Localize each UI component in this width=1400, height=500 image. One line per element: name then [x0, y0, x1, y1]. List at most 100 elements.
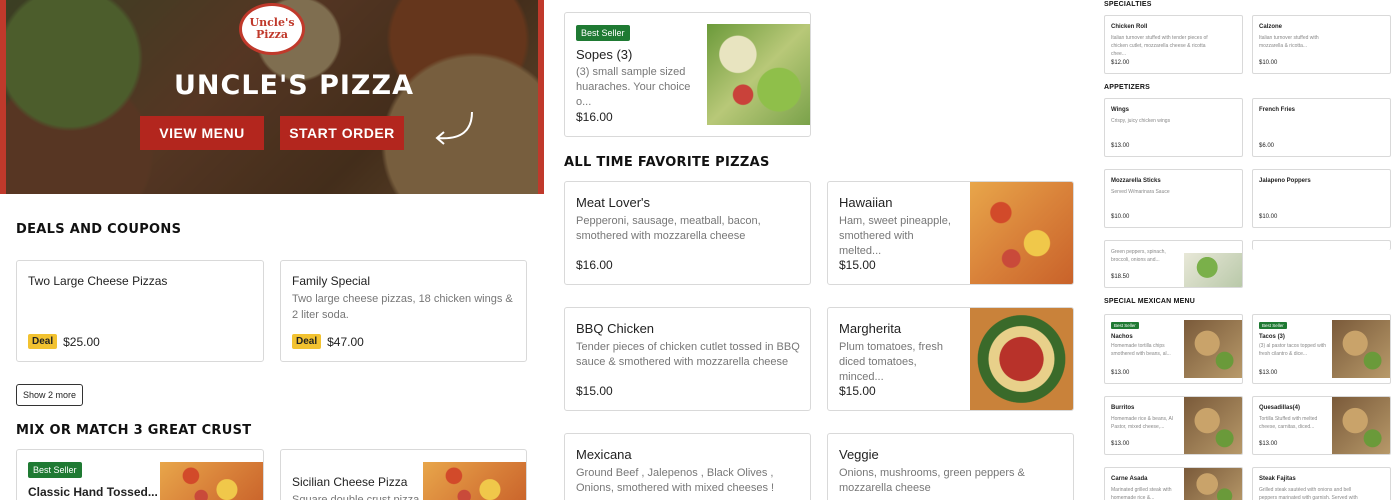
- menu-item-desc: Pepperoni, sausage, meatball, bacon, smo…: [576, 215, 761, 242]
- menu-item-price: $16.00: [576, 258, 613, 272]
- menu-item-image: [1184, 397, 1242, 454]
- menu-item-desc: Italian turnover stuffed with mozzarella…: [1259, 35, 1319, 49]
- menu-item-title: Mozzarella Sticks: [1111, 178, 1161, 184]
- best-seller-badge: Best Seller: [1111, 322, 1139, 329]
- menu-item-image: [1184, 320, 1242, 378]
- menu-item-title: Wings: [1111, 107, 1129, 113]
- menu-item-price: $13.00: [1111, 143, 1130, 149]
- show-more-button[interactable]: Show 2 more: [16, 384, 83, 406]
- mexican-menu-heading: SPECIAL MEXICAN MENU: [1104, 298, 1195, 305]
- menu-item-title: Calzone: [1259, 24, 1283, 30]
- menu-item-price: $15.00: [839, 384, 876, 398]
- menu-item-card[interactable]: Meat Lover's Pepperoni, sausage, meatbal…: [564, 181, 811, 285]
- menu-item-card[interactable]: BBQ Chicken Tender pieces of chicken cut…: [564, 307, 811, 411]
- menu-item-title: Veggie: [839, 447, 879, 462]
- menu-item-card[interactable]: Best Seller Tacos (3) (3) al pastor taco…: [1252, 314, 1391, 384]
- menu-item-price: $13.00: [1111, 441, 1130, 447]
- menu-item-card[interactable]: Quesadillas(4) Tortilla Stuffed with mel…: [1252, 396, 1391, 455]
- menu-item-price: $10.00: [1259, 60, 1278, 66]
- menu-item-price: $12.00: [1111, 60, 1130, 66]
- hero-title: UNCLE'S PIZZA: [174, 70, 414, 101]
- deal-card[interactable]: Family Special Two large cheese pizzas, …: [280, 260, 527, 362]
- deal-price: $47.00: [327, 334, 364, 349]
- deal-title: Family Special: [292, 274, 371, 288]
- menu-item-desc: Homemade tortilla chips smothered with b…: [1111, 343, 1171, 357]
- start-order-button[interactable]: START ORDER: [280, 116, 404, 150]
- menu-item-card[interactable]: [1252, 240, 1391, 250]
- menu-item-card[interactable]: Hawaiian Ham, sweet pineapple, smothered…: [827, 181, 1074, 285]
- menu-item-card[interactable]: Green peppers, spinach, broccoli, onions…: [1104, 240, 1243, 288]
- menu-item-title: Quesadillas(4): [1259, 405, 1301, 411]
- menu-item-desc: Ham, sweet pineapple, smothered with mel…: [839, 215, 951, 257]
- view-menu-button[interactable]: VIEW MENU: [140, 116, 264, 150]
- menu-item-price: $10.00: [1259, 214, 1278, 220]
- menu-item-image: [1184, 253, 1242, 287]
- menu-item-card[interactable]: Burritos Homemade rice & beans, Al Pasto…: [1104, 396, 1243, 455]
- menu-item-desc: Plum tomatoes, fresh diced tomatoes, min…: [839, 341, 943, 383]
- deal-badge: Deal: [28, 334, 58, 349]
- menu-item-card[interactable]: Margherita Plum tomatoes, fresh diced to…: [827, 307, 1074, 411]
- best-seller-badge: Best Seller: [1259, 322, 1287, 329]
- menu-item-title: Classic Hand Tossed...: [28, 485, 158, 499]
- deal-card[interactable]: Two Large Cheese Pizzas Deal $25.00: [16, 260, 264, 362]
- menu-item-title: Sicilian Cheese Pizza: [292, 475, 408, 489]
- menu-item-image: [970, 308, 1073, 410]
- menu-item-image: [423, 462, 526, 500]
- menu-item-image: [970, 182, 1073, 284]
- menu-item-title: Margherita: [839, 321, 902, 336]
- curved-arrow-icon: [435, 111, 473, 145]
- deal-badge: Deal: [292, 334, 322, 349]
- menu-item-card[interactable]: Best Seller Nachos Homemade tortilla chi…: [1104, 314, 1243, 384]
- menu-item-title: Steak Fajitas: [1259, 476, 1296, 482]
- menu-item-price: $16.00: [576, 110, 613, 124]
- menu-item-title: Mexicana: [576, 447, 632, 462]
- menu-item-desc: Ground Beef , Jalepenos , Black Olives ,…: [576, 467, 775, 494]
- menu-item-desc: (3) small sample sized huaraches. Your c…: [576, 66, 691, 108]
- menu-item-desc: Square double crust pizza: [292, 494, 420, 500]
- menu-item-title: Tacos (3): [1259, 334, 1285, 340]
- best-seller-badge: Best Seller: [28, 462, 82, 478]
- menu-item-card[interactable]: Mexicana Ground Beef , Jalepenos , Black…: [564, 433, 811, 500]
- hero-banner: Uncle's Pizza UNCLE'S PIZZA VIEW MENU ST…: [0, 0, 544, 194]
- menu-item-desc: Tender pieces of chicken cutlet tossed i…: [576, 341, 800, 368]
- menu-item-image: [707, 24, 810, 125]
- menu-item-price: $10.00: [1111, 214, 1130, 220]
- menu-item-title: BBQ Chicken: [576, 321, 655, 336]
- appetizers-heading: APPETIZERS: [1104, 84, 1150, 91]
- menu-item-card[interactable]: Sicilian Cheese Pizza Square double crus…: [280, 449, 527, 500]
- favorites-heading: ALL TIME FAVORITE PIZZAS: [564, 155, 770, 170]
- menu-item-desc: Onions, mushrooms, green peppers & mozza…: [839, 467, 1025, 494]
- menu-item-price: $13.00: [1259, 441, 1278, 447]
- best-seller-badge: Best Seller: [576, 25, 630, 41]
- menu-item-title: Meat Lover's: [576, 195, 651, 210]
- menu-item-card[interactable]: Wings Crispy, juicy chicken wings $13.00: [1104, 98, 1243, 157]
- menu-item-desc: Homemade rice & beans, Al Pastor, mixed …: [1111, 416, 1173, 430]
- menu-item-card[interactable]: Carne Asada Marinated grilled steak with…: [1104, 467, 1243, 500]
- menu-item-title: French Fries: [1259, 107, 1296, 113]
- menu-item-title: Hawaiian: [839, 195, 893, 210]
- menu-item-card[interactable]: Calzone Italian turnover stuffed with mo…: [1252, 15, 1391, 74]
- specialties-heading: SPECIALTIES: [1104, 1, 1152, 8]
- menu-item-card[interactable]: French Fries $6.00: [1252, 98, 1391, 157]
- menu-item-card[interactable]: Steak Fajitas Grilled steak sautéed with…: [1252, 467, 1391, 500]
- deals-heading: DEALS AND COUPONS: [16, 222, 182, 237]
- menu-item-price: $18.50: [1111, 274, 1130, 280]
- menu-item-title: Chicken Roll: [1111, 24, 1148, 30]
- menu-item-card[interactable]: Chicken Roll Italian turnover stuffed wi…: [1104, 15, 1243, 74]
- menu-item-desc: Tortilla Stuffed with melted cheese, car…: [1259, 416, 1318, 430]
- menu-item-desc: Served W/marinara Sauce: [1111, 189, 1170, 195]
- menu-item-price: $15.00: [576, 384, 613, 398]
- menu-item-title: Burritos: [1111, 405, 1135, 411]
- deal-desc: Two large cheese pizzas, 18 chicken wing…: [292, 293, 513, 321]
- menu-item-card[interactable]: Mozzarella Sticks Served W/marinara Sauc…: [1104, 169, 1243, 228]
- menu-item-desc: Green peppers, spinach, broccoli, onions…: [1111, 249, 1166, 263]
- menu-item-card[interactable]: Jalapeno Poppers $10.00: [1252, 169, 1391, 228]
- menu-item-title: Carne Asada: [1111, 476, 1148, 482]
- menu-item-image: [1184, 468, 1242, 500]
- menu-item-price: $6.00: [1259, 143, 1275, 149]
- menu-item-card[interactable]: Best Seller Sopes (3) (3) small sample s…: [564, 12, 811, 137]
- menu-item-card[interactable]: Best Seller Classic Hand Tossed...: [16, 449, 264, 500]
- restaurant-logo: Uncle's Pizza: [239, 3, 305, 55]
- mix-heading: MIX OR MATCH 3 GREAT CRUST: [16, 423, 252, 438]
- menu-item-card[interactable]: Veggie Onions, mushrooms, green peppers …: [827, 433, 1074, 500]
